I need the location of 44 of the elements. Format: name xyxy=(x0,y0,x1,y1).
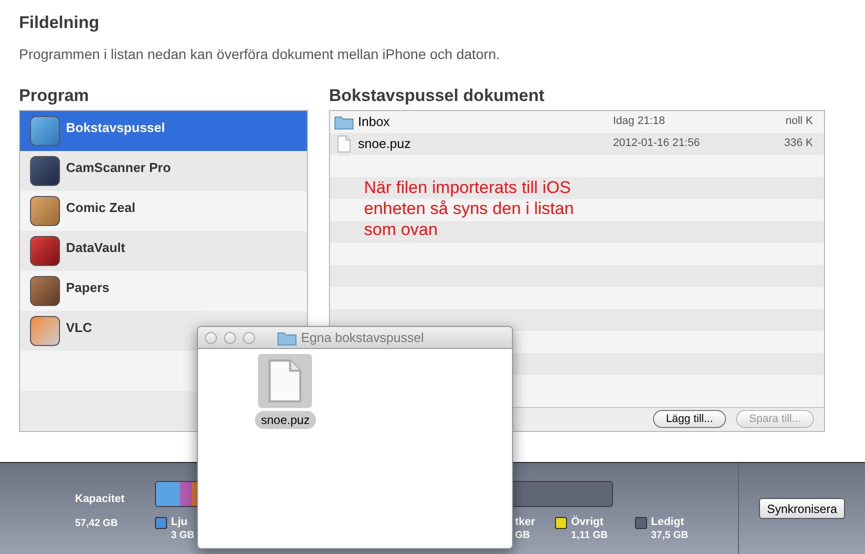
file-name: snoe.puz xyxy=(358,134,412,153)
section-description: Programmen i listan nedan kan överföra dokument mellan iPhone och datorn. xyxy=(19,44,501,64)
document-icon xyxy=(337,134,351,152)
app-list-item[interactable]: Comic Zeal xyxy=(20,190,307,230)
window-control-icon[interactable] xyxy=(205,332,217,344)
file-label[interactable]: snoe.puz xyxy=(255,411,316,429)
legend-value: 37,5 GB xyxy=(651,529,688,542)
document-row[interactable]: snoe.puz 2012-01-16 21:56 336 K xyxy=(330,132,824,154)
sync-button[interactable]: Synkronisera xyxy=(758,498,846,519)
legend-label: tker xyxy=(515,516,536,529)
folder-icon xyxy=(334,114,354,130)
file-date: Idag 21:18 xyxy=(613,114,666,130)
legend-label: Ledigt xyxy=(651,516,685,529)
capacity-total: 57,42 GB xyxy=(75,516,119,530)
window-control-icon[interactable] xyxy=(243,332,255,344)
app-icon xyxy=(30,116,60,146)
file-name: Inbox xyxy=(358,112,391,131)
app-icon xyxy=(30,316,60,346)
app-list-item[interactable]: Papers xyxy=(20,270,307,310)
folder-icon xyxy=(277,330,297,346)
annotation-text: När filen importerats till iOS xyxy=(364,176,572,198)
file-date: 2012-01-16 21:56 xyxy=(613,136,701,152)
app-list-item[interactable]: Bokstavspussel xyxy=(20,110,307,150)
section-title: Fildelning xyxy=(19,12,100,34)
column-heading: Bokstavspussel dokument xyxy=(329,84,546,106)
capacity-label: Kapacitet xyxy=(75,492,126,507)
app-icon xyxy=(30,236,60,266)
annotation-text: enheten så syns den i listan xyxy=(364,198,574,218)
annotation-text: som ovan xyxy=(364,218,439,240)
document-icon xyxy=(267,358,304,404)
file-size: 336 K xyxy=(783,136,813,152)
file-thumbnail[interactable] xyxy=(258,354,312,408)
app-icon xyxy=(30,276,60,306)
legend-value: GB xyxy=(515,529,531,542)
legend-label: Övrigt xyxy=(571,516,604,529)
legend-value: 1,11 GB xyxy=(571,529,608,542)
column-heading: Program xyxy=(19,84,90,106)
window-control-icon[interactable] xyxy=(224,332,236,344)
legend-label: Lju xyxy=(171,516,188,529)
file-size: noll K xyxy=(784,114,813,130)
list-action-button[interactable]: Lägg till... xyxy=(652,410,726,428)
legend-value: 3 GB xyxy=(171,529,194,542)
app-icon xyxy=(30,196,60,226)
app-icon xyxy=(30,156,60,186)
